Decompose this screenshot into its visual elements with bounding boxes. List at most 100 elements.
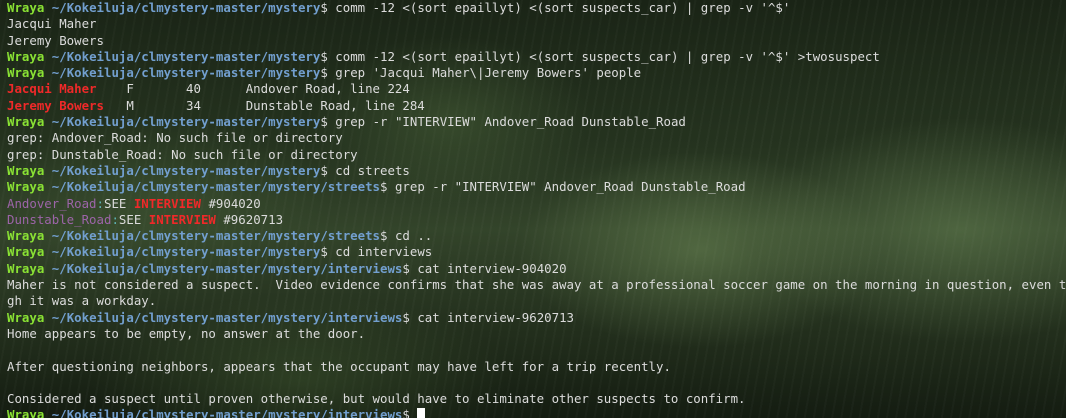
prompt-line: Wraya ~/Kokeiluja/clmystery-master/myste…: [7, 0, 1066, 16]
terminal-window[interactable]: Wraya ~/Kokeiluja/clmystery-master/myste…: [0, 0, 1066, 418]
prompt-symbol: $: [402, 260, 410, 276]
prompt-user: Wraya: [7, 114, 45, 130]
output-text: gh it was a workday.: [7, 293, 157, 309]
separator-text: [44, 407, 51, 418]
separator-text: [44, 261, 51, 276]
output-line: After questioning neighbors, appears tha…: [7, 359, 1066, 375]
prompt-path: ~/Kokeiluja/clmystery-master/mystery: [51, 244, 321, 260]
command-text: grep -r "INTERVIEW" Andover_Road Dunstab…: [335, 114, 686, 130]
grep-text-before: SEE: [118, 211, 149, 227]
prompt-user: Wraya: [7, 65, 45, 81]
prompt-user: Wraya: [7, 228, 45, 244]
command-text: cd streets: [335, 162, 410, 178]
output-line: Considered a suspect until proven otherw…: [7, 391, 1066, 407]
grep-file-name: Dunstable_Road: [7, 211, 112, 227]
grep-text-after: #904020: [200, 195, 261, 211]
output-text: grep: Dunstable_Road: No such file or di…: [7, 146, 358, 162]
prompt-user: Wraya: [7, 244, 45, 260]
prompt-user: Wraya: [7, 309, 45, 325]
grep-result-line: Andover_Road:SEE INTERVIEW #904020: [7, 196, 1066, 212]
output-text: After questioning neighbors, appears tha…: [7, 358, 671, 374]
prompt-user: Wraya: [7, 162, 45, 178]
prompt-symbol: $: [320, 162, 328, 178]
separator-text: [387, 228, 394, 243]
command-text: comm -12 <(sort epaillyt) <(sort suspect…: [335, 48, 880, 64]
command-text: cd ..: [394, 228, 433, 244]
output-text: grep: Andover_Road: No such file or dire…: [7, 130, 343, 146]
prompt-path: ~/Kokeiluja/clmystery-master/mystery: [51, 0, 321, 15]
prompt-symbol: $: [320, 65, 328, 81]
prompt-user: Wraya: [7, 407, 45, 418]
separator-text: [44, 228, 51, 243]
output-text: Home appears to be empty, no answer at t…: [7, 325, 366, 341]
output-line: grep: Andover_Road: No such file or dire…: [7, 130, 1066, 146]
prompt-path: ~/Kokeiluja/clmystery-master/mystery: [51, 162, 321, 178]
output-text: Jeremy Bowers: [7, 32, 104, 48]
command-text: cd interviews: [335, 244, 433, 260]
prompt-path: ~/Kokeiluja/clmystery-master/mystery/int…: [51, 407, 403, 418]
command-text: grep 'Jacqui Maher\|Jeremy Bowers' peopl…: [335, 65, 642, 81]
prompt-line: Wraya ~/Kokeiluja/clmystery-master/myste…: [7, 228, 1066, 244]
text-cursor[interactable]: [417, 408, 426, 418]
grep-result-line: Jacqui Maher F 40 Andover Road, line 224: [7, 81, 1066, 97]
grep-result-line: Dunstable_Road:SEE INTERVIEW #9620713: [7, 212, 1066, 228]
prompt-line: Wraya ~/Kokeiluja/clmystery-master/myste…: [7, 261, 1066, 277]
separator-text: [44, 65, 51, 80]
grep-result-line: Jeremy Bowers M 34 Dunstable Road, line …: [7, 98, 1066, 114]
grep-file-name: Andover_Road: [7, 195, 97, 211]
output-text: Maher is not considered a suspect. Video…: [7, 277, 1066, 293]
separator-text: [44, 163, 51, 178]
prompt-path: ~/Kokeiluja/clmystery-master/mystery/str…: [51, 179, 381, 195]
prompt-symbol: $: [402, 407, 410, 418]
command-text: cat interview-9620713: [417, 309, 574, 325]
command-text: grep -r "INTERVIEW" Andover_Road Dunstab…: [394, 179, 746, 195]
separator-text: [44, 179, 51, 194]
separator-text: [44, 49, 51, 64]
prompt-line: Wraya ~/Kokeiluja/clmystery-master/myste…: [7, 65, 1066, 81]
separator-text: [44, 310, 51, 325]
prompt-symbol: $: [320, 244, 328, 260]
separator-text: [387, 179, 394, 194]
output-line: Jacqui Maher: [7, 16, 1066, 32]
output-line: grep: Dunstable_Road: No such file or di…: [7, 147, 1066, 163]
separator-text: :: [111, 211, 119, 227]
prompt-user: Wraya: [7, 0, 45, 15]
output-line: Maher is not considered a suspect. Video…: [7, 277, 1066, 293]
prompt-path: ~/Kokeiluja/clmystery-master/mystery: [51, 114, 321, 130]
separator-text: [44, 244, 51, 259]
grep-text-after: M 34 Dunstable Road, line 284: [103, 97, 425, 113]
prompt-line: Wraya ~/Kokeiluja/clmystery-master/myste…: [7, 407, 1066, 418]
grep-text-after: F 40 Andover Road, line 224: [96, 81, 410, 97]
prompt-symbol: $: [320, 0, 328, 15]
prompt-path: ~/Kokeiluja/clmystery-master/mystery/int…: [51, 260, 403, 276]
prompt-user: Wraya: [7, 48, 45, 64]
separator-text: [44, 0, 51, 15]
grep-match: Jacqui Maher: [7, 81, 97, 97]
grep-match: INTERVIEW: [133, 195, 201, 211]
prompt-line: Wraya ~/Kokeiluja/clmystery-master/myste…: [7, 179, 1066, 195]
prompt-line: Wraya ~/Kokeiluja/clmystery-master/myste…: [7, 163, 1066, 179]
command-text: comm -12 <(sort epaillyt) <(sort suspect…: [335, 0, 791, 15]
prompt-user: Wraya: [7, 179, 45, 195]
prompt-symbol: $: [320, 114, 328, 130]
terminal-scrollback: Wraya ~/Kokeiluja/clmystery-master/myste…: [0, 0, 1066, 418]
prompt-path: ~/Kokeiluja/clmystery-master/mystery: [51, 65, 321, 81]
grep-match: Jeremy Bowers: [7, 97, 104, 113]
prompt-line: Wraya ~/Kokeiluja/clmystery-master/myste…: [7, 114, 1066, 130]
prompt-symbol: $: [402, 309, 410, 325]
prompt-line: Wraya ~/Kokeiluja/clmystery-master/myste…: [7, 244, 1066, 260]
output-line: gh it was a workday.: [7, 293, 1066, 309]
output-text: Jacqui Maher: [7, 16, 97, 32]
grep-match: INTERVIEW: [148, 211, 216, 227]
grep-text-after: #9620713: [215, 211, 284, 227]
command-text: cat interview-904020: [417, 260, 567, 276]
grep-text-before: SEE: [104, 195, 134, 211]
separator-text: [410, 407, 417, 418]
output-text: Considered a suspect until proven otherw…: [7, 391, 746, 407]
prompt-line: Wraya ~/Kokeiluja/clmystery-master/myste…: [7, 310, 1066, 326]
separator-text: [44, 114, 51, 129]
prompt-user: Wraya: [7, 260, 45, 276]
prompt-path: ~/Kokeiluja/clmystery-master/mystery: [51, 48, 321, 64]
